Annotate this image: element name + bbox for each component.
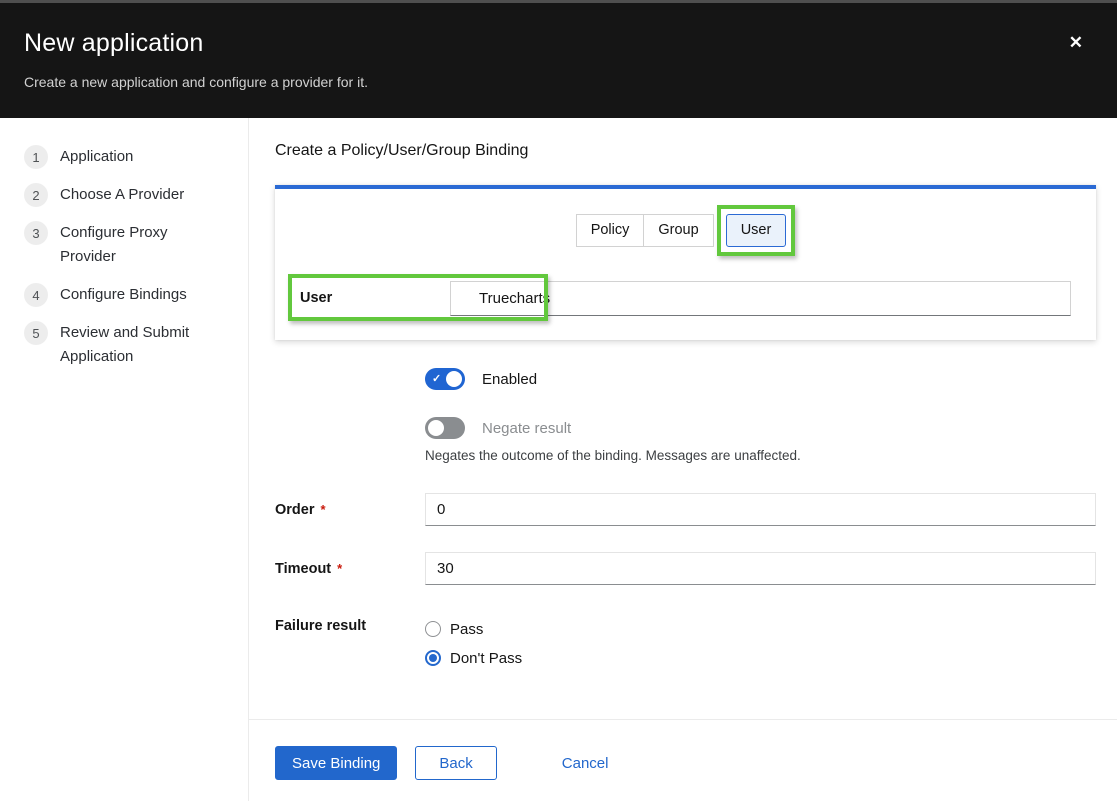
negate-result-toggle[interactable] <box>425 417 465 439</box>
sidebar-item-configure-bindings[interactable]: 4 Configure Bindings <box>24 283 248 307</box>
step-label: Configure Proxy Provider <box>60 221 210 269</box>
enabled-switch-row: ✓ Enabled <box>425 368 1096 390</box>
step-number-badge: 3 <box>24 221 48 245</box>
step-label: Application <box>60 145 133 169</box>
footer-buttons: Save Binding Back Cancel <box>275 746 1096 780</box>
order-input[interactable] <box>425 493 1096 526</box>
user-select[interactable]: Truecharts <box>450 281 1071 316</box>
step-label: Review and Submit Application <box>60 321 210 369</box>
modal-body: 1 Application 2 Choose A Provider 3 Conf… <box>0 118 1117 801</box>
cancel-button[interactable]: Cancel <box>562 746 609 780</box>
required-asterisk: * <box>321 502 326 517</box>
close-icon[interactable]: ✕ <box>1069 34 1083 51</box>
modal-header: New application Create a new application… <box>0 3 1117 118</box>
tab-group[interactable]: Group <box>644 214 713 247</box>
failure-result-options: Pass Don't Pass <box>425 618 522 669</box>
negate-switch-row: Negate result <box>425 417 1096 439</box>
order-label-text: Order <box>275 502 315 518</box>
sidebar-item-review-and-submit[interactable]: 5 Review and Submit Application <box>24 321 248 369</box>
sidebar-item-configure-proxy-provider[interactable]: 3 Configure Proxy Provider <box>24 221 248 269</box>
timeout-label: Timeout * <box>275 561 425 577</box>
step-number-badge: 1 <box>24 145 48 169</box>
enabled-toggle[interactable]: ✓ <box>425 368 465 390</box>
wizard-sidebar: 1 Application 2 Choose A Provider 3 Conf… <box>0 118 249 801</box>
step-number-badge: 4 <box>24 283 48 307</box>
timeout-field-row: Timeout * <box>275 552 1096 585</box>
back-button[interactable]: Back <box>415 746 496 780</box>
user-field-label: User <box>300 281 450 316</box>
radio-label-dont-pass: Don't Pass <box>450 650 522 667</box>
step-label: Configure Bindings <box>60 283 187 307</box>
sidebar-item-choose-provider[interactable]: 2 Choose A Provider <box>24 183 248 207</box>
binding-form-panel: Create a Policy/User/Group Binding Polic… <box>249 118 1117 801</box>
step-number-badge: 2 <box>24 183 48 207</box>
radio-option-pass[interactable]: Pass <box>425 618 522 640</box>
user-select-value: Truecharts <box>479 290 550 307</box>
radio-label-pass: Pass <box>450 621 483 638</box>
timeout-input[interactable] <box>425 552 1096 585</box>
footer-divider <box>249 719 1117 720</box>
required-asterisk: * <box>337 561 342 576</box>
step-label: Choose A Provider <box>60 183 184 207</box>
form-heading: Create a Policy/User/Group Binding <box>275 142 1096 160</box>
negate-result-label: Negate result <box>482 420 571 437</box>
sidebar-item-application[interactable]: 1 Application <box>24 145 248 169</box>
binding-target-card: Policy Group User User Truecharts <box>275 185 1096 340</box>
radio-option-dont-pass[interactable]: Don't Pass <box>425 647 522 669</box>
page-title: New application <box>24 29 1093 58</box>
toggle-knob <box>428 420 444 436</box>
check-icon: ✓ <box>432 372 441 385</box>
binding-type-tabs: Policy Group User <box>300 203 1071 257</box>
save-binding-button[interactable]: Save Binding <box>275 746 397 780</box>
highlight-box-user-tab: User <box>717 205 796 256</box>
step-number-badge: 5 <box>24 321 48 345</box>
timeout-label-text: Timeout <box>275 561 331 577</box>
radio-checked-icon[interactable] <box>425 650 441 666</box>
order-label: Order * <box>275 502 425 518</box>
order-field-row: Order * <box>275 493 1096 526</box>
failure-result-label: Failure result <box>275 618 425 634</box>
tab-policy[interactable]: Policy <box>576 214 645 247</box>
negate-help-text: Negates the outcome of the binding. Mess… <box>425 448 1096 463</box>
user-field-row: User Truecharts <box>300 281 1071 316</box>
failure-result-row: Failure result Pass Don't Pass <box>275 618 1096 669</box>
enabled-label: Enabled <box>482 371 537 388</box>
toggle-knob <box>446 371 462 387</box>
radio-unchecked-icon[interactable] <box>425 621 441 637</box>
page-subtitle: Create a new application and configure a… <box>24 74 1093 90</box>
tab-user[interactable]: User <box>726 214 787 247</box>
